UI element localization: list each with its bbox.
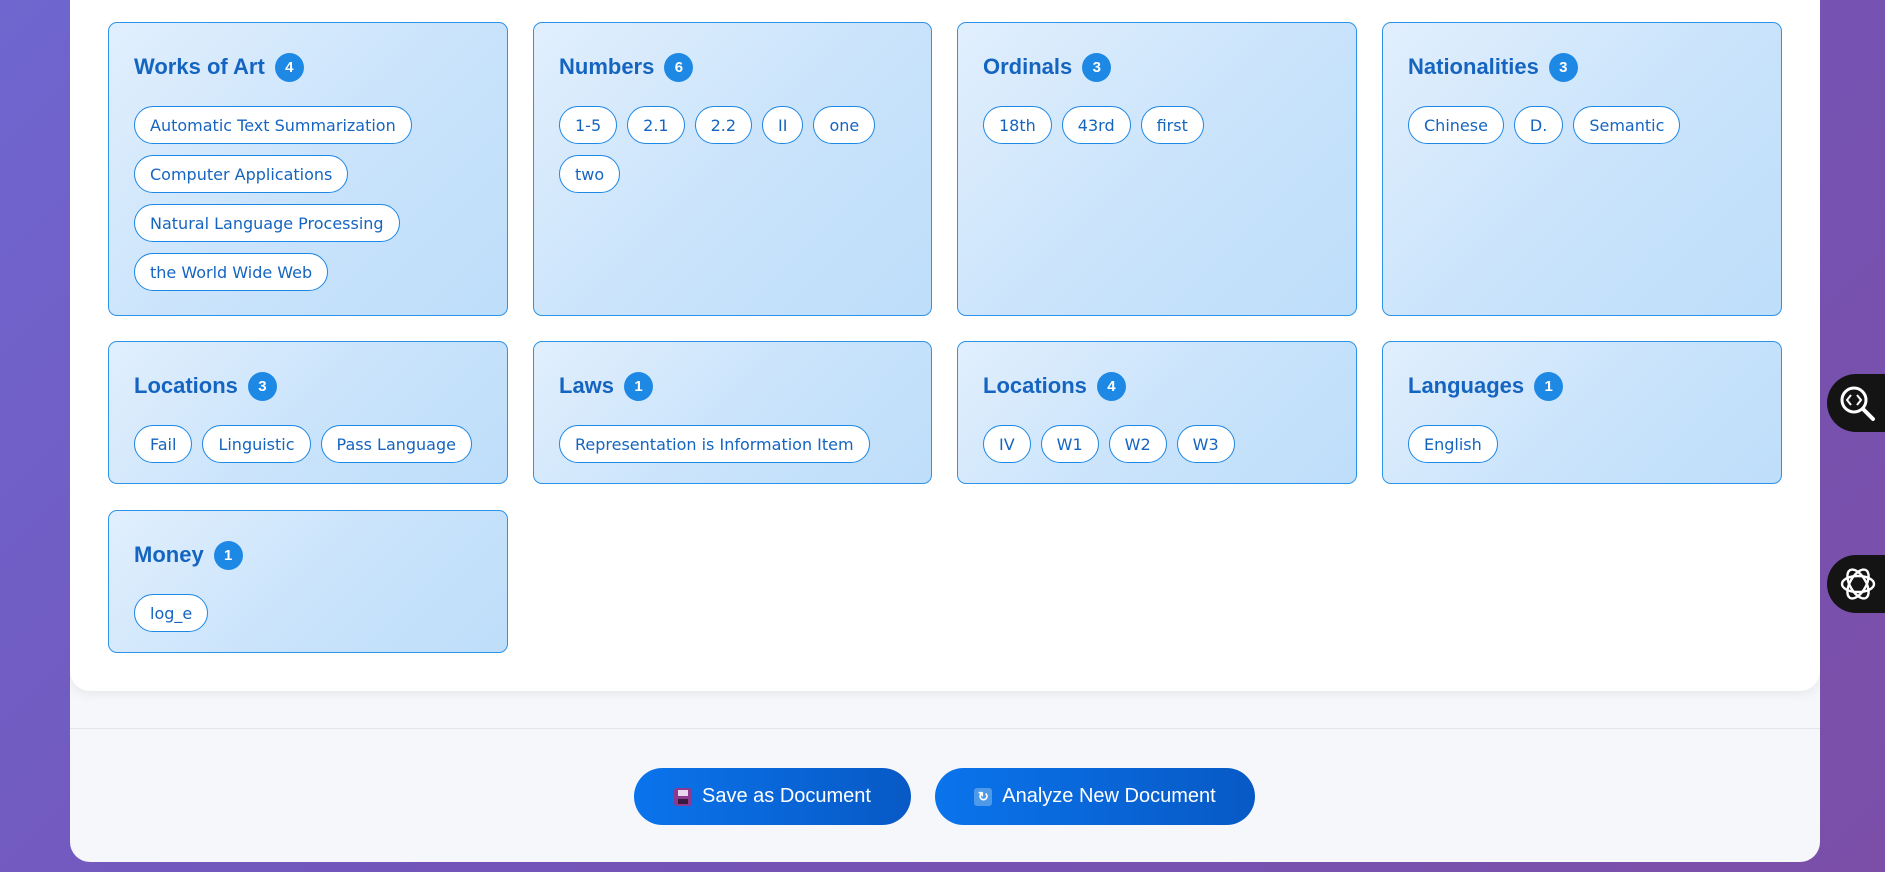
tag-list: English — [1408, 425, 1756, 463]
card-title: Numbers — [559, 54, 655, 79]
refresh-icon: ↻ — [974, 787, 993, 806]
tag-list: Fail Linguistic Pass Language — [134, 425, 482, 463]
count-badge: 3 — [1082, 52, 1112, 82]
page-container: Works of Art 4 Automatic Text Summarizat… — [70, 0, 1820, 862]
entity-tag[interactable]: first — [1140, 106, 1204, 144]
count-badge: 3 — [1548, 52, 1578, 82]
entity-card-ordinals: Ordinals 3 18th 43rd first — [957, 22, 1357, 316]
tag-list: Chinese D. Semantic — [1408, 106, 1756, 144]
tag-list: Automatic Text Summarization Computer Ap… — [134, 106, 482, 291]
entity-tag[interactable]: 1-5 — [559, 106, 618, 144]
count-badge: 3 — [247, 371, 277, 401]
entity-tag[interactable]: Pass Language — [320, 425, 472, 463]
entity-tag[interactable]: 18th — [983, 106, 1052, 144]
count-badge: 6 — [664, 52, 694, 82]
entity-tag[interactable]: Automatic Text Summarization — [134, 106, 412, 144]
entity-tag[interactable]: D. — [1513, 106, 1564, 144]
card-title: Languages — [1408, 373, 1525, 398]
card-title: Locations — [983, 373, 1087, 398]
count-badge: 1 — [624, 371, 654, 401]
entity-card-locations-2: Locations 4 IV W1 W2 W3 — [957, 341, 1357, 484]
tag-list: 1-5 2.1 2.2 II one two — [559, 106, 879, 193]
analyze-new-document-button[interactable]: ↻ Analyze New Document — [935, 768, 1255, 825]
card-header: Locations 3 — [134, 370, 482, 402]
entity-tag[interactable]: log_e — [134, 594, 209, 632]
card-header: Locations 4 — [983, 370, 1331, 402]
entity-tag[interactable]: 2.1 — [627, 106, 685, 144]
card-title: Nationalities — [1408, 54, 1539, 79]
entity-card-locations: Locations 3 Fail Linguistic Pass Languag… — [108, 341, 508, 484]
entity-tag[interactable]: II — [762, 106, 804, 144]
card-title: Ordinals — [983, 54, 1073, 79]
entity-card-nationalities: Nationalities 3 Chinese D. Semantic — [1382, 22, 1782, 316]
tag-list: 18th 43rd first — [983, 106, 1331, 144]
tag-list: IV W1 W2 W3 — [983, 425, 1331, 463]
entity-tag[interactable]: W3 — [1176, 425, 1235, 463]
entity-results-panel: Works of Art 4 Automatic Text Summarizat… — [70, 0, 1820, 691]
footer-divider — [70, 728, 1820, 729]
card-header: Numbers 6 — [559, 51, 906, 83]
entity-tag[interactable]: English — [1408, 425, 1498, 463]
entity-card-money: Money 1 log_e — [108, 510, 508, 653]
floppy-disk-icon — [674, 787, 692, 806]
entity-tag[interactable]: W2 — [1108, 425, 1167, 463]
entity-tag[interactable]: W1 — [1040, 425, 1099, 463]
analyze-button-label: Analyze New Document — [1002, 785, 1216, 807]
count-badge: 4 — [274, 52, 304, 82]
count-badge: 4 — [1096, 371, 1126, 401]
card-title: Locations — [134, 373, 238, 398]
tag-list: log_e — [134, 594, 482, 632]
card-title: Money — [134, 542, 204, 567]
entity-card-numbers: Numbers 6 1-5 2.1 2.2 II one two — [533, 22, 932, 316]
entity-tag[interactable]: one — [813, 106, 876, 144]
openai-logo-icon — [1840, 568, 1876, 600]
count-badge: 1 — [213, 540, 243, 570]
card-header: Works of Art 4 — [134, 51, 482, 83]
save-button-label: Save as Document — [702, 785, 871, 807]
card-title: Works of Art — [134, 54, 265, 79]
entity-card-languages: Languages 1 English — [1382, 341, 1782, 484]
card-header: Nationalities 3 — [1408, 51, 1756, 83]
entity-card-laws: Laws 1 Representation is Information Ite… — [533, 341, 932, 484]
entity-tag[interactable]: Natural Language Processing — [134, 204, 400, 242]
entity-tag[interactable]: 43rd — [1061, 106, 1131, 144]
entity-tag[interactable]: Representation is Information Item — [559, 425, 870, 463]
count-badge: 1 — [1534, 371, 1564, 401]
code-search-widget[interactable] — [1827, 374, 1885, 432]
entity-tag[interactable]: the World Wide Web — [134, 253, 329, 291]
entity-tag[interactable]: Linguistic — [202, 425, 311, 463]
assistant-widget[interactable] — [1827, 555, 1885, 613]
entity-tag[interactable]: Fail — [134, 425, 193, 463]
tag-list: Representation is Information Item — [559, 425, 906, 463]
entity-card-works-of-art: Works of Art 4 Automatic Text Summarizat… — [108, 22, 508, 316]
code-search-icon — [1840, 386, 1875, 421]
entity-tag[interactable]: Chinese — [1408, 106, 1504, 144]
card-header: Ordinals 3 — [983, 51, 1331, 83]
entity-tag[interactable]: two — [559, 155, 621, 193]
entity-tag[interactable]: IV — [983, 425, 1031, 463]
entity-tag[interactable]: Semantic — [1573, 106, 1681, 144]
card-header: Money 1 — [134, 539, 482, 571]
entity-tag[interactable]: Computer Applications — [134, 155, 349, 193]
save-as-document-button[interactable]: Save as Document — [634, 768, 911, 825]
card-title: Laws — [559, 373, 615, 398]
entity-tag[interactable]: 2.2 — [694, 106, 753, 144]
card-header: Laws 1 — [559, 370, 906, 402]
card-header: Languages 1 — [1408, 370, 1756, 402]
